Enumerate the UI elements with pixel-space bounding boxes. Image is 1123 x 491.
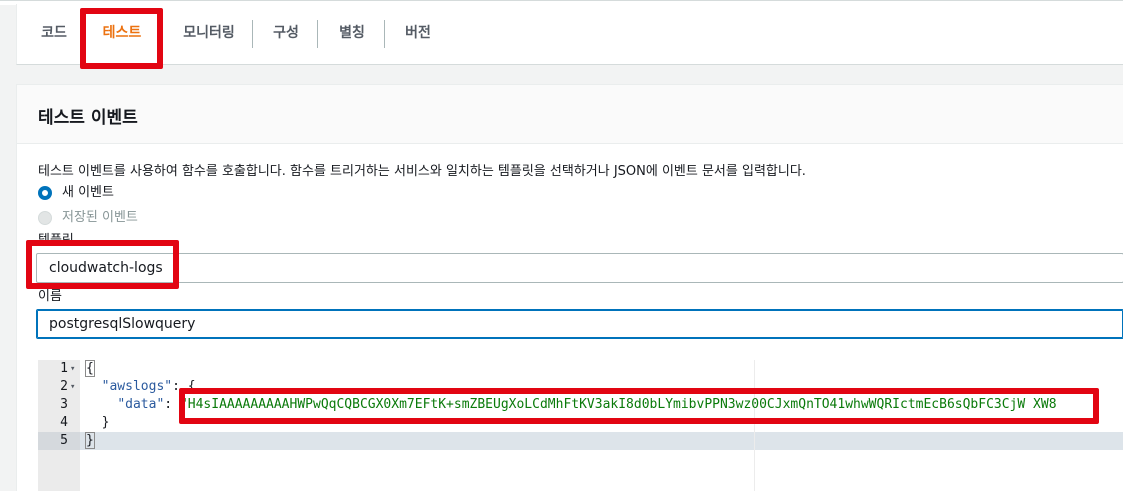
name-label: 이름 [38, 289, 62, 304]
panel-header: 테스트 이벤트 [17, 85, 1123, 144]
current-line-highlight [80, 432, 1123, 450]
brace-close-inner: } [101, 415, 110, 430]
code-line-2: "awslogs": { [86, 378, 196, 396]
fold-arrow-icon[interactable]: ▾ [70, 378, 75, 396]
tab-separator [384, 20, 385, 48]
tab-versions[interactable]: 버전 [403, 18, 433, 48]
print-margin [754, 360, 755, 491]
line-number: 2 [60, 379, 68, 394]
tab-code[interactable]: 코드 [37, 18, 71, 48]
tab-aliases[interactable]: 별칭 [337, 18, 367, 48]
json-key-awslogs: "awslogs" [101, 379, 173, 394]
json-colon-brace: : { [172, 379, 196, 394]
radio-selected-icon[interactable] [38, 186, 52, 200]
brace-close: } [85, 432, 95, 449]
json-key-data: "data" [117, 397, 165, 412]
tab-monitoring[interactable]: 모니터링 [181, 18, 237, 48]
radio-saved-event-label: 저장된 이벤트 [62, 210, 138, 225]
json-colon: : [164, 397, 180, 412]
json-value-data: "H4sIAAAAAAAAAHWPwQqCQBCGX0Xm7EFtK+smZBE… [179, 397, 1057, 412]
json-code-editor[interactable]: 1 2 3 4 5 ▾ ▾ { "awslogs": { "data": "H4… [38, 360, 1123, 491]
code-line-1: { [85, 360, 95, 378]
test-event-panel: 테스트 이벤트 테스트 이벤트를 사용하여 함수를 호출합니다. 함수를 트리거… [16, 84, 1123, 491]
brace-open: { [85, 360, 95, 377]
tab-separator [252, 20, 253, 48]
tab-test[interactable]: 테스트 [97, 18, 147, 48]
tab-bar: 코드 테스트 모니터링 구성 별칭 버전 [16, 4, 1123, 65]
line-number: 5 [60, 433, 68, 448]
template-label: 템플릿 [38, 233, 74, 248]
event-name-input[interactable]: postgresqlSlowquery [36, 309, 1123, 339]
line-number: 4 [60, 415, 68, 430]
code-line-4: } [86, 414, 110, 432]
line-number: 1 [60, 361, 68, 376]
fold-arrow-icon[interactable]: ▾ [70, 360, 75, 378]
tab-separator [317, 20, 318, 48]
radio-new-event-label: 새 이벤트 [62, 185, 114, 200]
code-line-3: "data": "H4sIAAAAAAAAAHWPwQqCQBCGX0Xm7EF… [86, 396, 1057, 414]
radio-disabled-icon [38, 211, 52, 225]
line-number: 3 [60, 397, 68, 412]
panel-description: 테스트 이벤트를 사용하여 함수를 호출합니다. 함수를 트리거하는 서비스와 … [38, 164, 806, 179]
tab-configuration[interactable]: 구성 [271, 18, 301, 48]
template-select[interactable]: cloudwatch-logs [36, 253, 1123, 283]
code-line-5: } [85, 432, 95, 450]
panel-title: 테스트 이벤트 [38, 108, 138, 128]
